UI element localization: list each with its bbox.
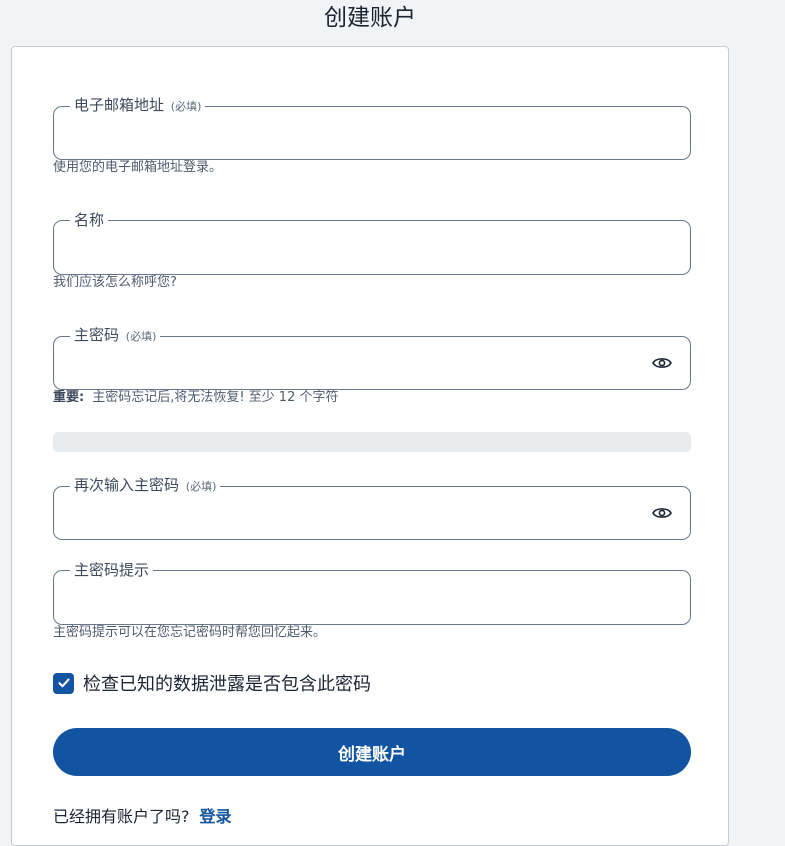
checkmark-icon	[57, 678, 70, 688]
password-hint-help: 主密码提示可以在您忘记密码时帮您回忆起来。	[53, 625, 327, 640]
confirm-password-input[interactable]	[67, 499, 641, 529]
master-password-hint: 重要: 主密码忘记后,将无法恢复! 至少 12 个字符	[53, 389, 339, 407]
confirm-password-label: 再次输入主密码	[74, 476, 180, 494]
email-field-legend: 电子邮箱地址 (必填)	[70, 97, 205, 115]
master-password-required-marker: (必填)	[125, 330, 157, 343]
password-hint-label: 主密码提示	[74, 561, 150, 579]
name-field[interactable]: 名称	[53, 212, 691, 275]
breach-check-option[interactable]: 检查已知的数据泄露是否包含此密码	[53, 671, 371, 695]
confirm-password-required-marker: (必填)	[185, 480, 217, 493]
name-label: 名称	[74, 211, 105, 229]
eye-icon[interactable]	[651, 502, 673, 524]
password-hint-field[interactable]: 主密码提示	[53, 562, 691, 625]
password-strength-meter	[53, 432, 691, 452]
confirm-password-field-legend: 再次输入主密码 (必填)	[70, 477, 220, 495]
page-title: 创建账户	[324, 5, 416, 31]
password-hint-input[interactable]	[67, 584, 641, 614]
breach-check-label: 检查已知的数据泄露是否包含此密码	[83, 674, 371, 695]
master-password-hint-text: 主密码忘记后,将无法恢复! 至少 12 个字符	[92, 390, 339, 405]
eye-icon[interactable]	[651, 352, 673, 374]
login-link[interactable]: 登录	[200, 807, 232, 826]
password-hint-field-legend: 主密码提示	[70, 562, 153, 578]
name-input[interactable]	[67, 234, 641, 264]
email-input[interactable]	[67, 119, 641, 149]
login-prompt: 已经拥有账户了吗? 登录	[53, 803, 232, 827]
email-field[interactable]: 电子邮箱地址 (必填)	[53, 97, 691, 160]
email-hint: 使用您的电子邮箱地址登录。	[53, 160, 223, 175]
email-label: 电子邮箱地址	[74, 96, 165, 114]
master-password-field[interactable]: 主密码 (必填)	[53, 327, 691, 390]
confirm-password-field[interactable]: 再次输入主密码 (必填)	[53, 477, 691, 540]
breach-check-checkbox[interactable]	[53, 672, 74, 694]
master-password-input[interactable]	[67, 349, 641, 379]
master-password-field-legend: 主密码 (必填)	[70, 327, 160, 345]
email-required-marker: (必填)	[170, 100, 202, 113]
name-field-legend: 名称	[70, 212, 108, 228]
registration-card: 电子邮箱地址 (必填) 使用您的电子邮箱地址登录。 名称 我们应该怎么称呼您? …	[11, 46, 729, 846]
master-password-label: 主密码	[74, 326, 120, 344]
login-prompt-text: 已经拥有账户了吗?	[53, 807, 190, 826]
master-password-hint-important: 重要:	[53, 390, 85, 405]
name-hint: 我们应该怎么称呼您?	[53, 275, 177, 290]
create-account-button[interactable]: 创建账户	[53, 728, 691, 776]
